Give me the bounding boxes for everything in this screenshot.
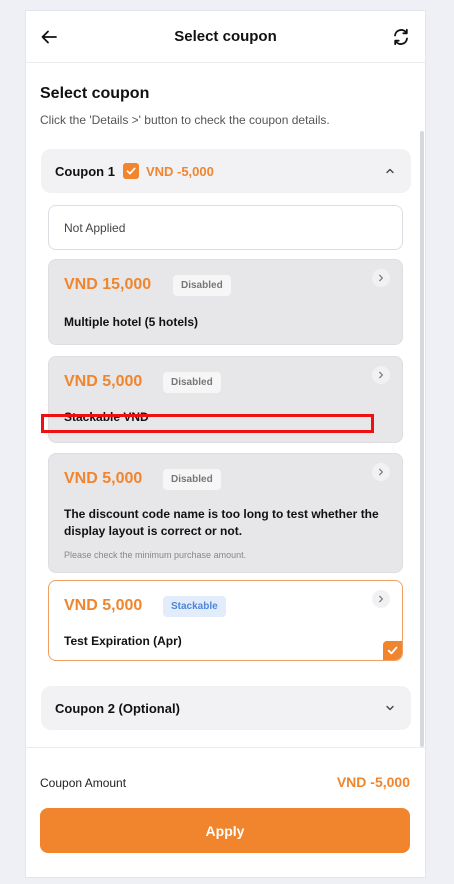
coupon-1-header[interactable]: Coupon 1 VND -5,000 <box>41 149 411 193</box>
coupon-price: VND 5,000 <box>64 373 143 390</box>
chevron-right-icon <box>379 468 383 476</box>
coupon-price: VND 5,000 <box>64 470 143 487</box>
status-badge: Disabled <box>163 372 221 393</box>
back-button[interactable] <box>37 25 61 49</box>
refresh-icon <box>394 28 408 46</box>
status-badge: Disabled <box>173 275 231 296</box>
chevron-right-icon <box>379 371 383 379</box>
footer: Coupon Amount VND -5,000 Apply <box>26 747 425 877</box>
highlight-box <box>41 414 374 433</box>
selected-check-icon <box>383 641 402 660</box>
details-button[interactable] <box>372 590 390 608</box>
status-badge: Disabled <box>163 469 221 490</box>
coupon-card[interactable]: VND 15,000 Disabled Multiple hotel (5 ho… <box>48 259 403 345</box>
coupon-note: Please check the minimum purchase amount… <box>64 550 247 560</box>
coupon-1-label: Coupon 1 <box>55 163 115 179</box>
arrow-left-icon <box>41 30 57 44</box>
coupon-amount-label: Coupon Amount <box>40 776 127 790</box>
details-button[interactable] <box>372 366 390 384</box>
scrollbar[interactable] <box>420 131 424 747</box>
chevron-up-icon <box>383 164 397 178</box>
checkbox-icon <box>122 163 139 179</box>
coupon-name: The discount code name is too long to te… <box>64 507 379 538</box>
status-badge: Stackable <box>163 596 226 617</box>
not-applied-option[interactable]: Not Applied <box>48 205 403 250</box>
coupon-name: Multiple hotel (5 hotels) <box>64 315 198 329</box>
header: Select coupon <box>26 11 425 63</box>
page-title: Select coupon <box>174 28 277 45</box>
section-subtitle: Click the 'Details >' button to check th… <box>40 113 330 127</box>
chevron-down-icon <box>383 701 397 715</box>
details-button[interactable] <box>372 463 390 481</box>
refresh-button[interactable] <box>389 25 413 49</box>
coupon-2-label: Coupon 2 (Optional) <box>55 700 180 716</box>
coupon-price: VND 15,000 <box>64 276 152 293</box>
details-button[interactable] <box>372 269 390 287</box>
coupon-card-selected[interactable]: VND 5,000 Stackable Test Expiration (Apr… <box>48 580 403 661</box>
coupon-card[interactable]: VND 5,000 Disabled The discount code nam… <box>48 453 403 573</box>
coupon-name: Test Expiration (Apr) <box>64 634 182 648</box>
section-title: Select coupon <box>40 85 150 102</box>
chevron-right-icon <box>379 274 383 282</box>
coupon-1-amount: VND -5,000 <box>145 163 214 179</box>
coupon-2-header[interactable]: Coupon 2 (Optional) <box>41 686 411 730</box>
coupon-price: VND 5,000 <box>64 597 143 614</box>
apply-button[interactable]: Apply <box>40 808 410 853</box>
chevron-right-icon <box>379 595 383 603</box>
coupon-screen: Select coupon Select coupon Click the 'D… <box>25 10 426 878</box>
coupon-amount-value: VND -5,000 <box>336 774 410 790</box>
